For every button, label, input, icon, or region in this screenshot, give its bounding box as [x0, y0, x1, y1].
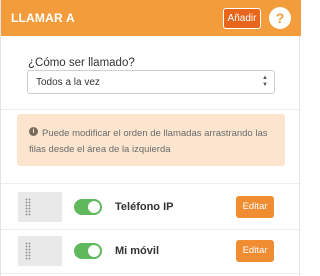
info-alert: i Puede modificar el orden de llamadas a… [17, 114, 285, 166]
panel-header: LLAMAR A Añadir ? [1, 0, 301, 36]
toggle-knob [88, 201, 100, 213]
grip-icon [25, 242, 31, 260]
enable-toggle[interactable] [74, 199, 102, 215]
call-target-label: Mi móvil [115, 245, 160, 257]
grip-icon [25, 198, 31, 216]
call-target-row: Teléfono IP Editar [1, 186, 301, 230]
select-arrows-icon: ▲ ▼ [262, 75, 268, 88]
info-text: Puede modificar el orden de llamadas arr… [29, 128, 268, 155]
edit-button[interactable]: Editar [236, 240, 274, 262]
call-mode-value: Todos a la vez [36, 77, 100, 88]
panel-title: LLAMAR A [11, 11, 75, 25]
help-icon: ? [275, 10, 285, 26]
toggle-knob [88, 245, 100, 257]
call-target-row: Mi móvil Editar [1, 230, 301, 274]
call-mode-select[interactable]: Todos a la vez ▲ ▼ [27, 70, 275, 94]
add-button[interactable]: Añadir [223, 8, 261, 29]
info-section: i Puede modificar el orden de llamadas a… [1, 110, 301, 184]
call-target-label: Teléfono IP [115, 201, 174, 213]
call-to-panel: LLAMAR A Añadir ? ¿Cómo ser llamado? Tod… [0, 0, 301, 276]
edit-button[interactable]: Editar [236, 196, 274, 218]
call-mode-label: ¿Cómo ser llamado? [28, 57, 135, 69]
enable-toggle[interactable] [74, 243, 102, 259]
help-button[interactable]: ? [269, 7, 291, 29]
drag-handle[interactable] [18, 236, 62, 266]
drag-handle[interactable] [18, 192, 62, 222]
